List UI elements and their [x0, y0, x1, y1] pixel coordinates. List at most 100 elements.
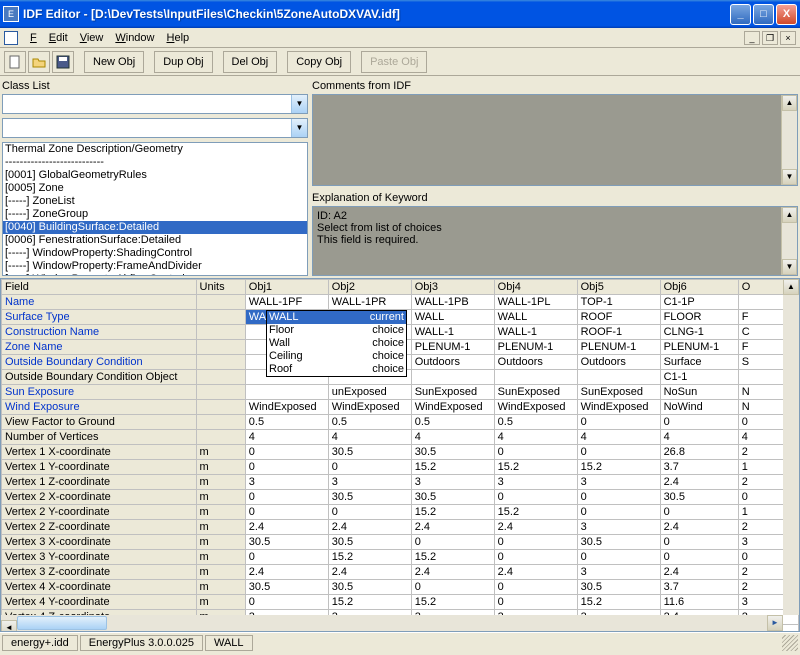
- grid-cell[interactable]: 0: [245, 550, 328, 565]
- grid-header[interactable]: Obj1: [245, 280, 328, 295]
- dropdown-option[interactable]: Roofchoice: [267, 363, 406, 376]
- mdi-restore[interactable]: ❐: [762, 31, 778, 45]
- resize-grip[interactable]: [782, 635, 798, 651]
- grid-cell[interactable]: 30.5: [328, 490, 411, 505]
- menu-edit[interactable]: Edit: [43, 30, 74, 46]
- save-file-icon[interactable]: [52, 51, 74, 73]
- grid-cell[interactable]: [577, 370, 660, 385]
- open-file-icon[interactable]: [28, 51, 50, 73]
- grid-cell[interactable]: 0: [660, 535, 738, 550]
- grid-cell[interactable]: 2.4: [660, 475, 738, 490]
- field-name-cell[interactable]: Number of Vertices: [2, 430, 197, 445]
- scroll-up-icon[interactable]: ▲: [783, 279, 799, 295]
- chevron-down-icon[interactable]: ▼: [291, 119, 307, 137]
- grid-cell[interactable]: 4: [577, 430, 660, 445]
- grid-cell[interactable]: 4: [411, 430, 494, 445]
- dropdown-option[interactable]: Wallchoice: [267, 337, 406, 350]
- grid-scrollbar-vertical[interactable]: ▲: [783, 279, 799, 615]
- grid-cell[interactable]: WALL: [494, 310, 577, 325]
- grid-cell[interactable]: 3.7: [660, 460, 738, 475]
- grid-cell[interactable]: [411, 370, 494, 385]
- field-name-cell[interactable]: Vertex 2 X-coordinate: [2, 490, 197, 505]
- scrollbar-vertical[interactable]: ▲▼: [781, 95, 797, 185]
- grid-cell[interactable]: WALL: [411, 310, 494, 325]
- scroll-down-icon[interactable]: ▼: [782, 259, 797, 275]
- grid-cell[interactable]: PLENUM-1: [660, 340, 738, 355]
- grid-cell[interactable]: 30.5: [245, 535, 328, 550]
- scroll-left-icon[interactable]: ◄: [1, 620, 17, 632]
- grid-cell[interactable]: NoSun: [660, 385, 738, 400]
- class-list-item[interactable]: [-----] WindowProperty:ShadingControl: [3, 247, 307, 260]
- class-list-item[interactable]: [-----] ZoneGroup: [3, 208, 307, 221]
- grid-cell[interactable]: 30.5: [660, 490, 738, 505]
- class-list-item[interactable]: [0006] FenestrationSurface:Detailed: [3, 234, 307, 247]
- grid-cell[interactable]: 0: [494, 445, 577, 460]
- grid-cell[interactable]: 0: [328, 505, 411, 520]
- grid-cell[interactable]: 0: [577, 505, 660, 520]
- field-name-cell[interactable]: Outside Boundary Condition Object: [2, 370, 197, 385]
- copy-obj-button[interactable]: Copy Obj: [287, 51, 351, 73]
- field-name-cell[interactable]: Vertex 1 Z-coordinate: [2, 475, 197, 490]
- grid-cell[interactable]: 0: [660, 505, 738, 520]
- field-name-cell[interactable]: Zone Name: [2, 340, 197, 355]
- grid-cell[interactable]: NoWind: [660, 400, 738, 415]
- grid-cell[interactable]: 30.5: [411, 490, 494, 505]
- grid-cell[interactable]: 30.5: [328, 580, 411, 595]
- grid-cell[interactable]: 2.4: [411, 520, 494, 535]
- grid-header[interactable]: Obj6: [660, 280, 738, 295]
- minimize-button[interactable]: _: [730, 4, 751, 25]
- grid-cell[interactable]: 30.5: [328, 535, 411, 550]
- grid-cell[interactable]: 15.2: [328, 550, 411, 565]
- grid-header[interactable]: Units: [196, 280, 245, 295]
- grid-cell[interactable]: WindExposed: [577, 400, 660, 415]
- class-list[interactable]: Thermal Zone Description/Geometry-------…: [2, 142, 308, 276]
- grid-header[interactable]: Obj3: [411, 280, 494, 295]
- grid-cell[interactable]: 30.5: [411, 445, 494, 460]
- field-name-cell[interactable]: Construction Name: [2, 325, 197, 340]
- class-list-item[interactable]: [-----] WindowProperty:AirflowControl: [3, 273, 307, 276]
- grid-cell[interactable]: 0: [494, 595, 577, 610]
- grid-cell[interactable]: WALL-1PR: [328, 295, 411, 310]
- grid-header[interactable]: Field: [2, 280, 197, 295]
- close-button[interactable]: X: [776, 4, 797, 25]
- class-list-item[interactable]: ---------------------------: [3, 156, 307, 169]
- grid-cell[interactable]: 30.5: [328, 445, 411, 460]
- grid-cell[interactable]: 2.4: [494, 520, 577, 535]
- grid-cell[interactable]: 3: [494, 475, 577, 490]
- grid-cell[interactable]: [245, 385, 328, 400]
- grid-cell[interactable]: WALL-1: [494, 325, 577, 340]
- field-name-cell[interactable]: Vertex 1 Y-coordinate: [2, 460, 197, 475]
- grid-cell[interactable]: 30.5: [245, 580, 328, 595]
- grid-cell[interactable]: 3: [577, 520, 660, 535]
- chevron-down-icon[interactable]: ▼: [291, 95, 307, 113]
- grid-cell[interactable]: Outdoors: [411, 355, 494, 370]
- grid-cell[interactable]: 0: [494, 580, 577, 595]
- field-name-cell[interactable]: Vertex 4 X-coordinate: [2, 580, 197, 595]
- grid-cell[interactable]: C1-1: [660, 370, 738, 385]
- grid-cell[interactable]: WindExposed: [328, 400, 411, 415]
- grid-cell[interactable]: 15.2: [411, 550, 494, 565]
- class-list-item[interactable]: [0005] Zone: [3, 182, 307, 195]
- new-obj-button[interactable]: New Obj: [84, 51, 144, 73]
- grid-cell[interactable]: 15.2: [411, 505, 494, 520]
- grid-cell[interactable]: 2.4: [245, 565, 328, 580]
- grid-cell[interactable]: SunExposed: [577, 385, 660, 400]
- grid-cell[interactable]: 3: [328, 475, 411, 490]
- menu-view[interactable]: View: [74, 30, 110, 46]
- grid-cell[interactable]: 15.2: [411, 460, 494, 475]
- grid-cell[interactable]: 4: [494, 430, 577, 445]
- field-name-cell[interactable]: Wind Exposure: [2, 400, 197, 415]
- class-list-item[interactable]: Thermal Zone Description/Geometry: [3, 143, 307, 156]
- grid-cell[interactable]: WALL-1PL: [494, 295, 577, 310]
- dropdown-option[interactable]: Floorchoice: [267, 324, 406, 337]
- menu-window[interactable]: Window: [109, 30, 160, 46]
- grid-cell[interactable]: Outdoors: [494, 355, 577, 370]
- grid-cell[interactable]: 0: [660, 415, 738, 430]
- grid-cell[interactable]: TOP-1: [577, 295, 660, 310]
- dropdown-option[interactable]: WALLcurrent: [267, 311, 406, 324]
- grid-cell[interactable]: 2.4: [328, 565, 411, 580]
- grid-cell[interactable]: 0: [245, 490, 328, 505]
- scrollbar-vertical[interactable]: ▲▼: [781, 207, 797, 275]
- field-name-cell[interactable]: Name: [2, 295, 197, 310]
- field-name-cell[interactable]: Outside Boundary Condition: [2, 355, 197, 370]
